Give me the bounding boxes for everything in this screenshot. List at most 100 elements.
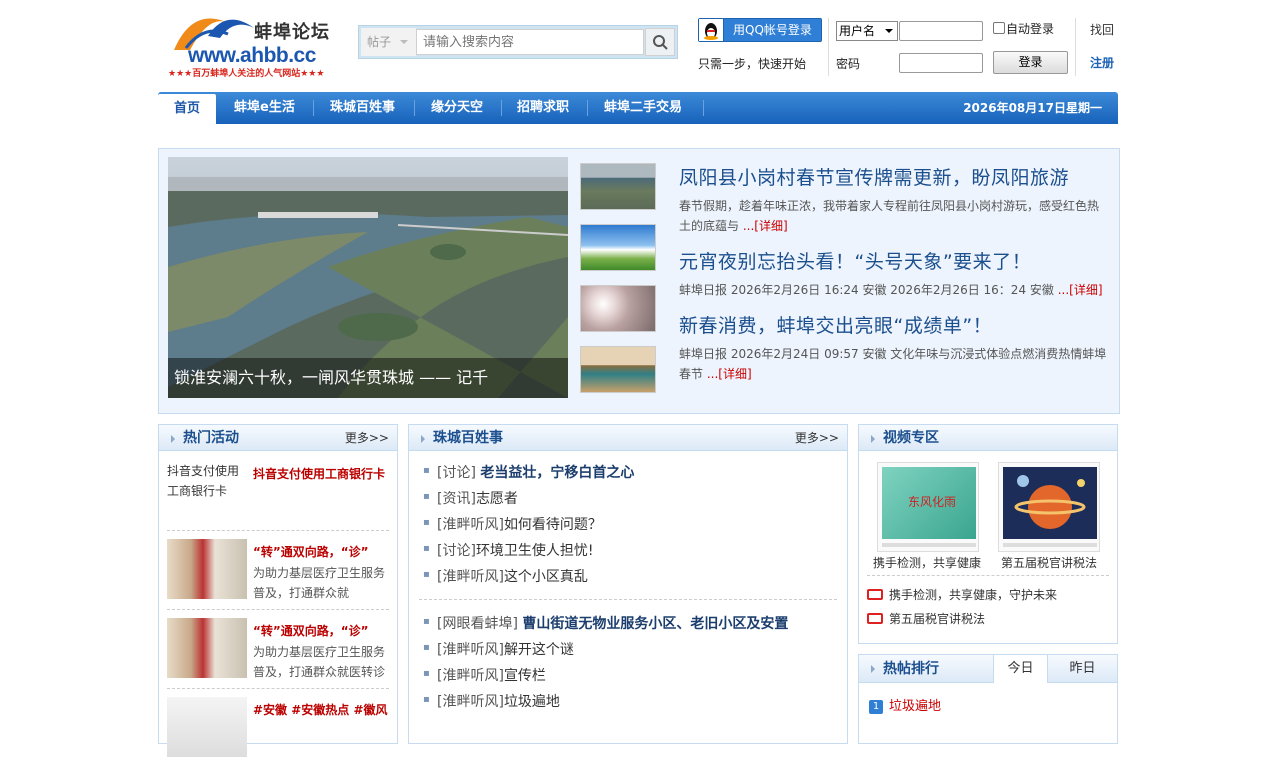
news-title[interactable]: 凤阳县小岗村春节宣传牌需更新，盼凤阳旅游 (679, 163, 1109, 190)
focus-thumb-1[interactable] (580, 163, 656, 210)
rank-item[interactable]: 1 垃圾遍地 (869, 695, 941, 714)
divider (1075, 18, 1076, 76)
panel-title: 珠城百姓事 (419, 425, 503, 451)
news-more-link[interactable]: ...[详细] (743, 219, 788, 233)
qq-login-label: 用QQ帐号登录 (733, 23, 812, 37)
list-item[interactable]: [淮畔听风]垃圾遍地 (423, 691, 560, 711)
list-item[interactable]: [讨论]环境卫生使人担忧! (423, 540, 594, 560)
planet-icon (1014, 475, 1086, 529)
focus-big-image[interactable]: 锁淮安澜六十秋，一闸风华贯珠城 —— 记千 (168, 157, 568, 398)
activity-title[interactable]: #安徽 #安徽热点 #徽风 (253, 701, 388, 718)
progress-bar (882, 543, 976, 547)
activity-title[interactable]: 抖音支付使用工商银行卡 (253, 465, 385, 482)
item-tag: [淮畔听风] (437, 569, 504, 585)
password-input[interactable] (899, 53, 983, 73)
login-button[interactable]: 登录 (993, 51, 1068, 74)
activity-title[interactable]: “转”通双向路，“诊” (253, 622, 369, 639)
site-logo[interactable]: 蚌埠论坛 www.ahbb.cc ★★★百万蚌埠人关注的人气网站★★★ (168, 6, 343, 79)
news-more-link[interactable]: ...[详细] (707, 367, 752, 381)
focus-news-item: 新春消费，蚌埠交出亮眼“成绩单”！ 蚌埠日报 2026年2月24日 09:57 … (679, 311, 1109, 384)
list-item[interactable]: [网眼看蚌埠] 曹山街道无物业服务小区、老旧小区及安置 (423, 613, 789, 633)
list-item[interactable]: [资讯]志愿者 (423, 488, 518, 508)
nav-second-hand[interactable]: 蚌埠二手交易 (604, 92, 682, 124)
password-label: 密码 (836, 57, 861, 71)
activity-image (167, 697, 247, 757)
hot-activity-panel: 热门活动 更多>> 抖音支付使用工商银行卡 抖音支付使用工商银行卡 “转”通双向路… (158, 424, 398, 757)
list-item[interactable]: [淮畔听风]如何看待问题？ (423, 514, 602, 534)
broken-image: 抖音支付使用工商银行卡 (167, 464, 240, 498)
activity-image (167, 539, 247, 599)
search-button[interactable] (645, 28, 675, 56)
rank-text: 垃圾遍地 (889, 699, 942, 714)
nav-zhucheng[interactable]: 珠城百姓事 (330, 92, 395, 124)
nav-yuanfen[interactable]: 缘分天空 (431, 92, 483, 124)
video-caption[interactable]: 携手检测，共享健康 (873, 554, 981, 571)
video-thumb[interactable] (998, 462, 1100, 552)
item-text: 老当益壮，宁移白首之心 (480, 465, 635, 481)
nav-jobs[interactable]: 招聘求职 (517, 92, 569, 124)
item-tag: [淮畔听风] (437, 517, 504, 533)
video-list-item[interactable]: 携手检测，共享健康，守护未来 (867, 586, 1057, 603)
search-type-select[interactable]: 帖子 (361, 28, 416, 56)
recover-link[interactable]: 找回 (1090, 21, 1114, 38)
video-list-item[interactable]: 第五届税官讲税法 (867, 610, 985, 627)
panel-title: 热帖排行 (869, 655, 939, 683)
video-thumb-image (1003, 467, 1097, 539)
search-input[interactable] (416, 29, 644, 55)
username-input[interactable] (899, 21, 983, 41)
list-item[interactable]: [淮畔听风]宣传栏 (423, 665, 546, 685)
focus-thumb-4[interactable] (580, 346, 656, 393)
news-title[interactable]: 新春消费，蚌埠交出亮眼“成绩单”！ (679, 311, 1109, 338)
item-text: 解开这个谜 (503, 642, 574, 658)
video-icon (867, 613, 883, 624)
video-thumb-overlay: 东风化雨 (908, 495, 957, 509)
divider (167, 609, 389, 610)
nav-separator (587, 100, 588, 116)
more-link[interactable]: 更多>> (795, 425, 839, 451)
search-bar: 帖子 (358, 25, 678, 59)
tab-today[interactable]: 今日 (993, 655, 1047, 683)
news-title[interactable]: 元宵夜别忘抬头看！“头号天象”要来了！ (679, 247, 1109, 274)
activity-item[interactable]: “转”通双向路，“诊” 为助力基层医疗卫生服务普及，打通群众就医转诊 (167, 618, 389, 679)
item-text: 曹山街道无物业服务小区、老旧小区及安置 (522, 616, 789, 632)
progress-bar (1003, 543, 1097, 547)
focus-thumb-3[interactable] (580, 285, 656, 332)
item-tag: [淮畔听风] (437, 668, 504, 684)
zhucheng-panel: 珠城百姓事 更多>> [讨论] 老当益壮，宁移白首之心 [资讯]志愿者 [淮畔听风… (408, 424, 848, 744)
register-link[interactable]: 注册 (1090, 54, 1114, 71)
panel-title: 视频专区 (869, 425, 939, 451)
divider (167, 688, 389, 689)
rank-number: 1 (869, 700, 883, 714)
item-text: 这个小区真乱 (503, 569, 588, 585)
more-link[interactable]: 更多>> (345, 425, 389, 451)
logo-slogan: ★★★百万蚌埠人关注的人气网站★★★ (168, 69, 325, 79)
news-more-link[interactable]: ...[详细] (1058, 283, 1103, 297)
tab-yesterday[interactable]: 昨日 (1047, 655, 1117, 682)
item-text: 环境卫生使人担忧! (475, 543, 594, 559)
activity-item[interactable]: #安徽 #安徽热点 #徽风 (167, 697, 389, 757)
list-item[interactable]: [淮畔听风]解开这个谜 (423, 639, 574, 659)
video-thumb[interactable]: 东风化雨 (877, 462, 979, 552)
activity-image (167, 618, 247, 678)
username-type-select[interactable]: 用户名 (836, 21, 898, 41)
activity-title[interactable]: “转”通双向路，“诊” (253, 543, 369, 560)
divider (419, 599, 837, 600)
focus-news-item: 凤阳县小岗村春节宣传牌需更新，盼凤阳旅游 春节假期，趁着年味正浓，我带着家人专程… (679, 163, 1109, 236)
video-caption[interactable]: 第五届税官讲税法 (1001, 554, 1097, 571)
list-item[interactable]: [讨论] 老当益壮，宁移白首之心 (423, 462, 635, 482)
item-tag: [网眼看蚌埠] (437, 616, 518, 632)
nav-separator (313, 100, 314, 116)
divider (867, 575, 1109, 576)
item-tag: [资讯] (437, 491, 476, 507)
activity-item[interactable]: “转”通双向路，“诊” 为助力基层医疗卫生服务普及，打通群众就 (167, 539, 389, 600)
item-text: 如何看待问题？ (503, 517, 602, 533)
activity-item[interactable]: 抖音支付使用工商银行卡 抖音支付使用工商银行卡 (167, 461, 389, 521)
focus-thumb-2[interactable] (580, 224, 656, 271)
auto-login-checkbox[interactable]: 自动登录 (993, 20, 1054, 37)
item-tag: [淮畔听风] (437, 694, 504, 710)
list-item[interactable]: [淮畔听风]这个小区真乱 (423, 566, 588, 586)
nav-e-life[interactable]: 蚌埠e生活 (234, 92, 295, 124)
nav-home[interactable]: 首页 (158, 94, 216, 126)
activity-summary: 为助力基层医疗卫生服务普及，打通群众就医转诊 (253, 645, 386, 679)
qq-login-button[interactable]: 用QQ帐号登录 (698, 18, 822, 42)
